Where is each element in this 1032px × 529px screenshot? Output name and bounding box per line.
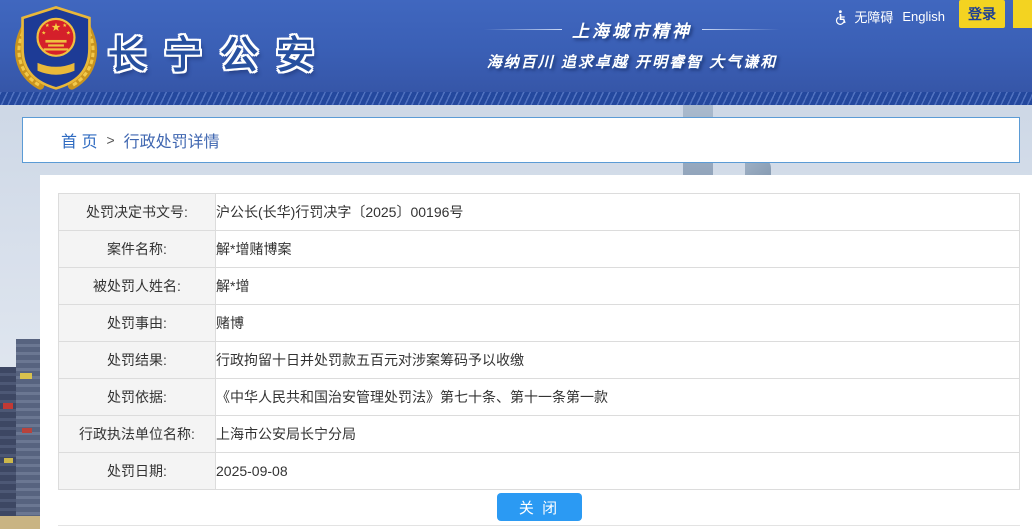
close-button[interactable]: 关 闭 [497, 493, 582, 521]
accessibility-icon[interactable] [833, 9, 849, 25]
penalty-detail-panel: 处罚决定书文号: 沪公长(长华)行罚决字〔2025〕00196号 案件名称: 解… [40, 175, 1032, 529]
field-label: 处罚结果: [59, 342, 216, 379]
svg-text:★: ★ [66, 31, 71, 37]
background-building [22, 428, 32, 433]
field-label: 案件名称: [59, 231, 216, 268]
background-building [4, 458, 13, 463]
police-badge-icon: ★ ★ ★ ★ ★ [12, 3, 100, 91]
slogan-divider-left [484, 29, 562, 30]
site-header: ★ ★ ★ ★ ★ 长宁公安 上海城市精神 海纳百川 追求卓越 开明睿智 大气谦… [0, 0, 1032, 92]
login-button[interactable]: 登录 [959, 0, 1005, 28]
breadcrumb: 首 页 > 行政处罚详情 [22, 117, 1020, 163]
slogan-divider-right [702, 29, 780, 30]
field-label: 处罚决定书文号: [59, 194, 216, 231]
background-building [0, 367, 17, 517]
svg-text:★: ★ [51, 22, 61, 34]
site-title: 长宁公安 [108, 24, 332, 79]
slogan-line: 海纳百川 追求卓越 开明睿智 大气谦和 [452, 51, 812, 72]
header-chevron-band [0, 92, 1032, 105]
police-badge-logo: ★ ★ ★ ★ ★ [12, 3, 100, 91]
field-value: 解*增 [216, 268, 1020, 305]
field-label: 处罚日期: [59, 453, 216, 490]
field-value: 解*增赌博案 [216, 231, 1020, 268]
field-value: 沪公长(长华)行罚决字〔2025〕00196号 [216, 194, 1020, 231]
field-value: 上海市公安局长宁分局 [216, 416, 1020, 453]
table-row: 被处罚人姓名: 解*增 [59, 268, 1020, 305]
header-utility-bar: 无障碍 English 登录 [833, 0, 1032, 28]
field-value: 赌博 [216, 305, 1020, 342]
field-value: 2025-09-08 [216, 453, 1020, 490]
background-building [3, 403, 13, 409]
language-link[interactable]: English [902, 9, 945, 24]
field-label: 处罚事由: [59, 305, 216, 342]
background-building [20, 373, 32, 379]
svg-text:★: ★ [41, 31, 46, 37]
button-row: 关 闭 [58, 490, 1020, 526]
field-label: 被处罚人姓名: [59, 268, 216, 305]
table-row: 案件名称: 解*增赌博案 [59, 231, 1020, 268]
table-row: 处罚日期: 2025-09-08 [59, 453, 1020, 490]
breadcrumb-separator: > [106, 132, 114, 148]
field-value: 《中华人民共和国治安管理处罚法》第七十条、第十一条第一款 [216, 379, 1020, 416]
field-label: 行政执法单位名称: [59, 416, 216, 453]
field-value: 行政拘留十日并处罚款五百元对涉案筹码予以收缴 [216, 342, 1020, 379]
table-row: 处罚依据: 《中华人民共和国治安管理处罚法》第七十条、第十一条第一款 [59, 379, 1020, 416]
penalty-detail-table: 处罚决定书文号: 沪公长(长华)行罚决字〔2025〕00196号 案件名称: 解… [58, 193, 1020, 490]
city-spirit-slogan: 上海城市精神 海纳百川 追求卓越 开明睿智 大气谦和 [452, 17, 812, 72]
svg-text:★: ★ [62, 23, 67, 29]
field-label: 处罚依据: [59, 379, 216, 416]
table-row: 处罚决定书文号: 沪公长(长华)行罚决字〔2025〕00196号 [59, 194, 1020, 231]
breadcrumb-home-link[interactable]: 首 页 [61, 128, 97, 152]
register-button-partial[interactable] [1013, 0, 1032, 28]
table-row: 行政执法单位名称: 上海市公安局长宁分局 [59, 416, 1020, 453]
accessibility-link[interactable]: 无障碍 [854, 7, 893, 26]
slogan-title: 上海城市精神 [572, 17, 692, 42]
table-row: 处罚结果: 行政拘留十日并处罚款五百元对涉案筹码予以收缴 [59, 342, 1020, 379]
breadcrumb-current-page: 行政处罚详情 [124, 128, 220, 152]
svg-text:★: ★ [45, 23, 50, 29]
table-row: 处罚事由: 赌博 [59, 305, 1020, 342]
